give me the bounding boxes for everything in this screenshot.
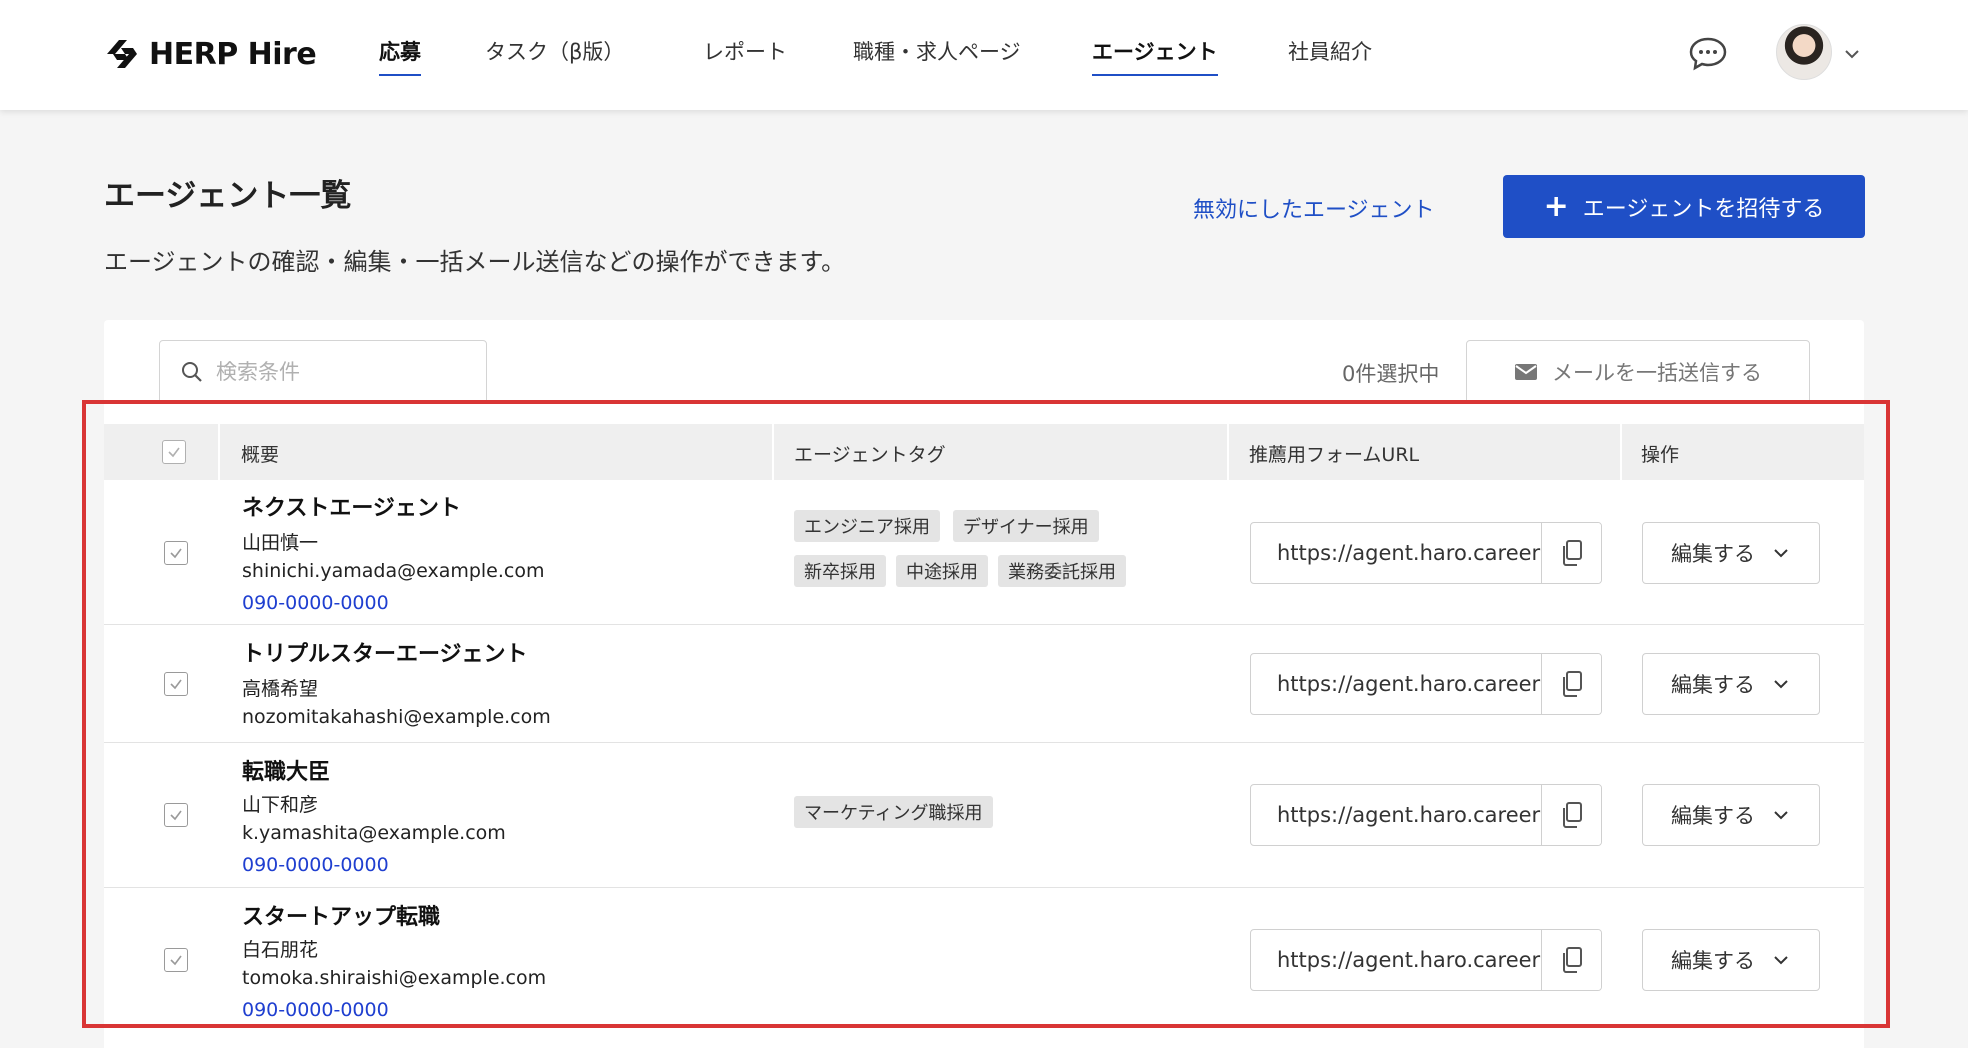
selected-count: 0件選択中 xyxy=(1342,362,1440,386)
chat-bubble-icon[interactable] xyxy=(1688,36,1728,72)
column-header-tags: エージェントタグ xyxy=(794,444,946,466)
agent-person: 白石朋花 xyxy=(242,939,319,961)
agent-tag: 新卒採用 xyxy=(794,555,886,587)
row-divider xyxy=(104,624,1864,625)
invite-agent-button[interactable]: + エージェントを招待する xyxy=(1503,175,1865,238)
agent-email: shinichi.yamada@example.com xyxy=(242,560,545,582)
disabled-agents-link[interactable]: 無効にしたエージェント xyxy=(1193,192,1435,224)
copy-url-button[interactable] xyxy=(1541,930,1601,990)
agent-email: k.yamashita@example.com xyxy=(242,822,506,844)
bulk-mail-button[interactable]: メールを一括送信する xyxy=(1466,340,1810,404)
check-icon xyxy=(170,679,182,690)
agent-phone[interactable]: 090-0000-0000 xyxy=(242,854,389,876)
agent-email: nozomitakahashi@example.com xyxy=(242,706,551,728)
edit-agent-button[interactable]: 編集する xyxy=(1642,784,1820,846)
avatar[interactable] xyxy=(1776,24,1832,80)
chevron-down-icon xyxy=(1774,956,1788,965)
nav-jobs[interactable]: 職種・求人ページ xyxy=(853,36,1021,74)
form-url-text[interactable]: https://agent.haro.careers xyxy=(1251,541,1541,565)
agent-name[interactable]: スタートアップ転職 xyxy=(242,899,440,931)
agent-tag: 業務委託採用 xyxy=(998,555,1126,587)
column-divider xyxy=(772,424,774,480)
form-url-text[interactable]: https://agent.haro.careers xyxy=(1251,672,1541,696)
copy-icon xyxy=(1562,802,1582,828)
edit-label: 編集する xyxy=(1671,804,1755,828)
search-icon xyxy=(182,362,202,382)
invite-agent-label: エージェントを招待する xyxy=(1582,196,1825,222)
search-box[interactable] xyxy=(159,340,487,404)
select-all-checkbox[interactable] xyxy=(162,440,186,464)
row-divider xyxy=(104,887,1864,888)
nav-applications[interactable]: 応募 xyxy=(379,36,421,76)
agent-person: 高橋希望 xyxy=(242,678,319,700)
chevron-down-icon xyxy=(1774,680,1788,689)
row-checkbox[interactable] xyxy=(164,672,188,696)
herp-logo-icon xyxy=(107,40,137,68)
row-checkbox[interactable] xyxy=(164,803,188,827)
check-icon xyxy=(170,810,182,821)
column-header-summary: 概要 xyxy=(241,444,280,466)
check-icon xyxy=(170,548,182,559)
agent-person: 山田慎一 xyxy=(242,532,319,554)
check-icon xyxy=(170,955,182,966)
form-url-text[interactable]: https://agent.haro.careers xyxy=(1251,803,1541,827)
column-header-actions: 操作 xyxy=(1641,444,1680,466)
agent-name[interactable]: トリプルスターエージェント xyxy=(242,636,528,668)
agent-person: 山下和彦 xyxy=(242,794,319,816)
nav-agents[interactable]: エージェント xyxy=(1092,36,1218,76)
page-description: エージェントの確認・編集・一括メール送信などの操作ができます。 xyxy=(104,248,846,276)
copy-icon xyxy=(1562,540,1582,566)
chevron-down-icon xyxy=(1774,549,1788,558)
agent-tag: マーケティング職採用 xyxy=(794,796,993,828)
logo-text: HERP Hire xyxy=(149,36,317,72)
nav-reports[interactable]: レポート xyxy=(703,36,787,74)
form-url-text[interactable]: https://agent.haro.careers xyxy=(1251,948,1541,972)
app-header: HERP Hire 応募 タスク（β版） レポート 職種・求人ページ エージェン… xyxy=(0,0,1968,110)
edit-agent-button[interactable]: 編集する xyxy=(1642,522,1820,584)
form-url-field[interactable]: https://agent.haro.careers xyxy=(1250,784,1602,846)
column-divider xyxy=(218,424,220,480)
chevron-down-icon xyxy=(1774,811,1788,820)
agent-tag: エンジニア採用 xyxy=(794,510,940,542)
agent-tag: 中途採用 xyxy=(896,555,988,587)
agent-tag: デザイナー採用 xyxy=(953,510,1099,542)
column-divider xyxy=(1620,424,1622,480)
page-title: エージェント一覧 xyxy=(104,178,352,214)
row-divider xyxy=(104,742,1864,743)
search-input[interactable] xyxy=(216,360,456,384)
agent-name[interactable]: ネクストエージェント xyxy=(242,490,461,522)
form-url-field[interactable]: https://agent.haro.careers xyxy=(1250,653,1602,715)
copy-url-button[interactable] xyxy=(1541,785,1601,845)
agent-name[interactable]: 転職大臣 xyxy=(242,754,330,786)
edit-label: 編集する xyxy=(1671,949,1755,973)
copy-url-button[interactable] xyxy=(1541,523,1601,583)
row-checkbox[interactable] xyxy=(164,948,188,972)
chevron-down-icon[interactable] xyxy=(1842,44,1862,64)
column-divider xyxy=(1227,424,1229,480)
copy-icon xyxy=(1562,947,1582,973)
agent-phone[interactable]: 090-0000-0000 xyxy=(242,592,389,614)
edit-agent-button[interactable]: 編集する xyxy=(1642,653,1820,715)
column-header-form-url: 推薦用フォームURL xyxy=(1249,444,1420,466)
herp-hire-logo[interactable]: HERP Hire xyxy=(103,34,317,74)
nav-referrals[interactable]: 社員紹介 xyxy=(1288,36,1372,74)
copy-url-button[interactable] xyxy=(1541,654,1601,714)
edit-label: 編集する xyxy=(1671,673,1755,697)
table-header: 概要 エージェントタグ 推薦用フォームURL 操作 xyxy=(104,424,1864,480)
mail-icon xyxy=(1515,364,1537,380)
form-url-field[interactable]: https://agent.haro.careers xyxy=(1250,929,1602,991)
agent-email: tomoka.shiraishi@example.com xyxy=(242,967,547,989)
bulk-mail-label: メールを一括送信する xyxy=(1552,361,1762,385)
copy-icon xyxy=(1562,671,1582,697)
row-checkbox[interactable] xyxy=(164,541,188,565)
edit-agent-button[interactable]: 編集する xyxy=(1642,929,1820,991)
agent-phone[interactable]: 090-0000-0000 xyxy=(242,999,389,1021)
nav-tasks[interactable]: タスク（β版） xyxy=(485,36,624,74)
form-url-field[interactable]: https://agent.haro.careers xyxy=(1250,522,1602,584)
edit-label: 編集する xyxy=(1671,542,1755,566)
check-icon xyxy=(168,447,180,458)
plus-icon: + xyxy=(1543,188,1569,224)
